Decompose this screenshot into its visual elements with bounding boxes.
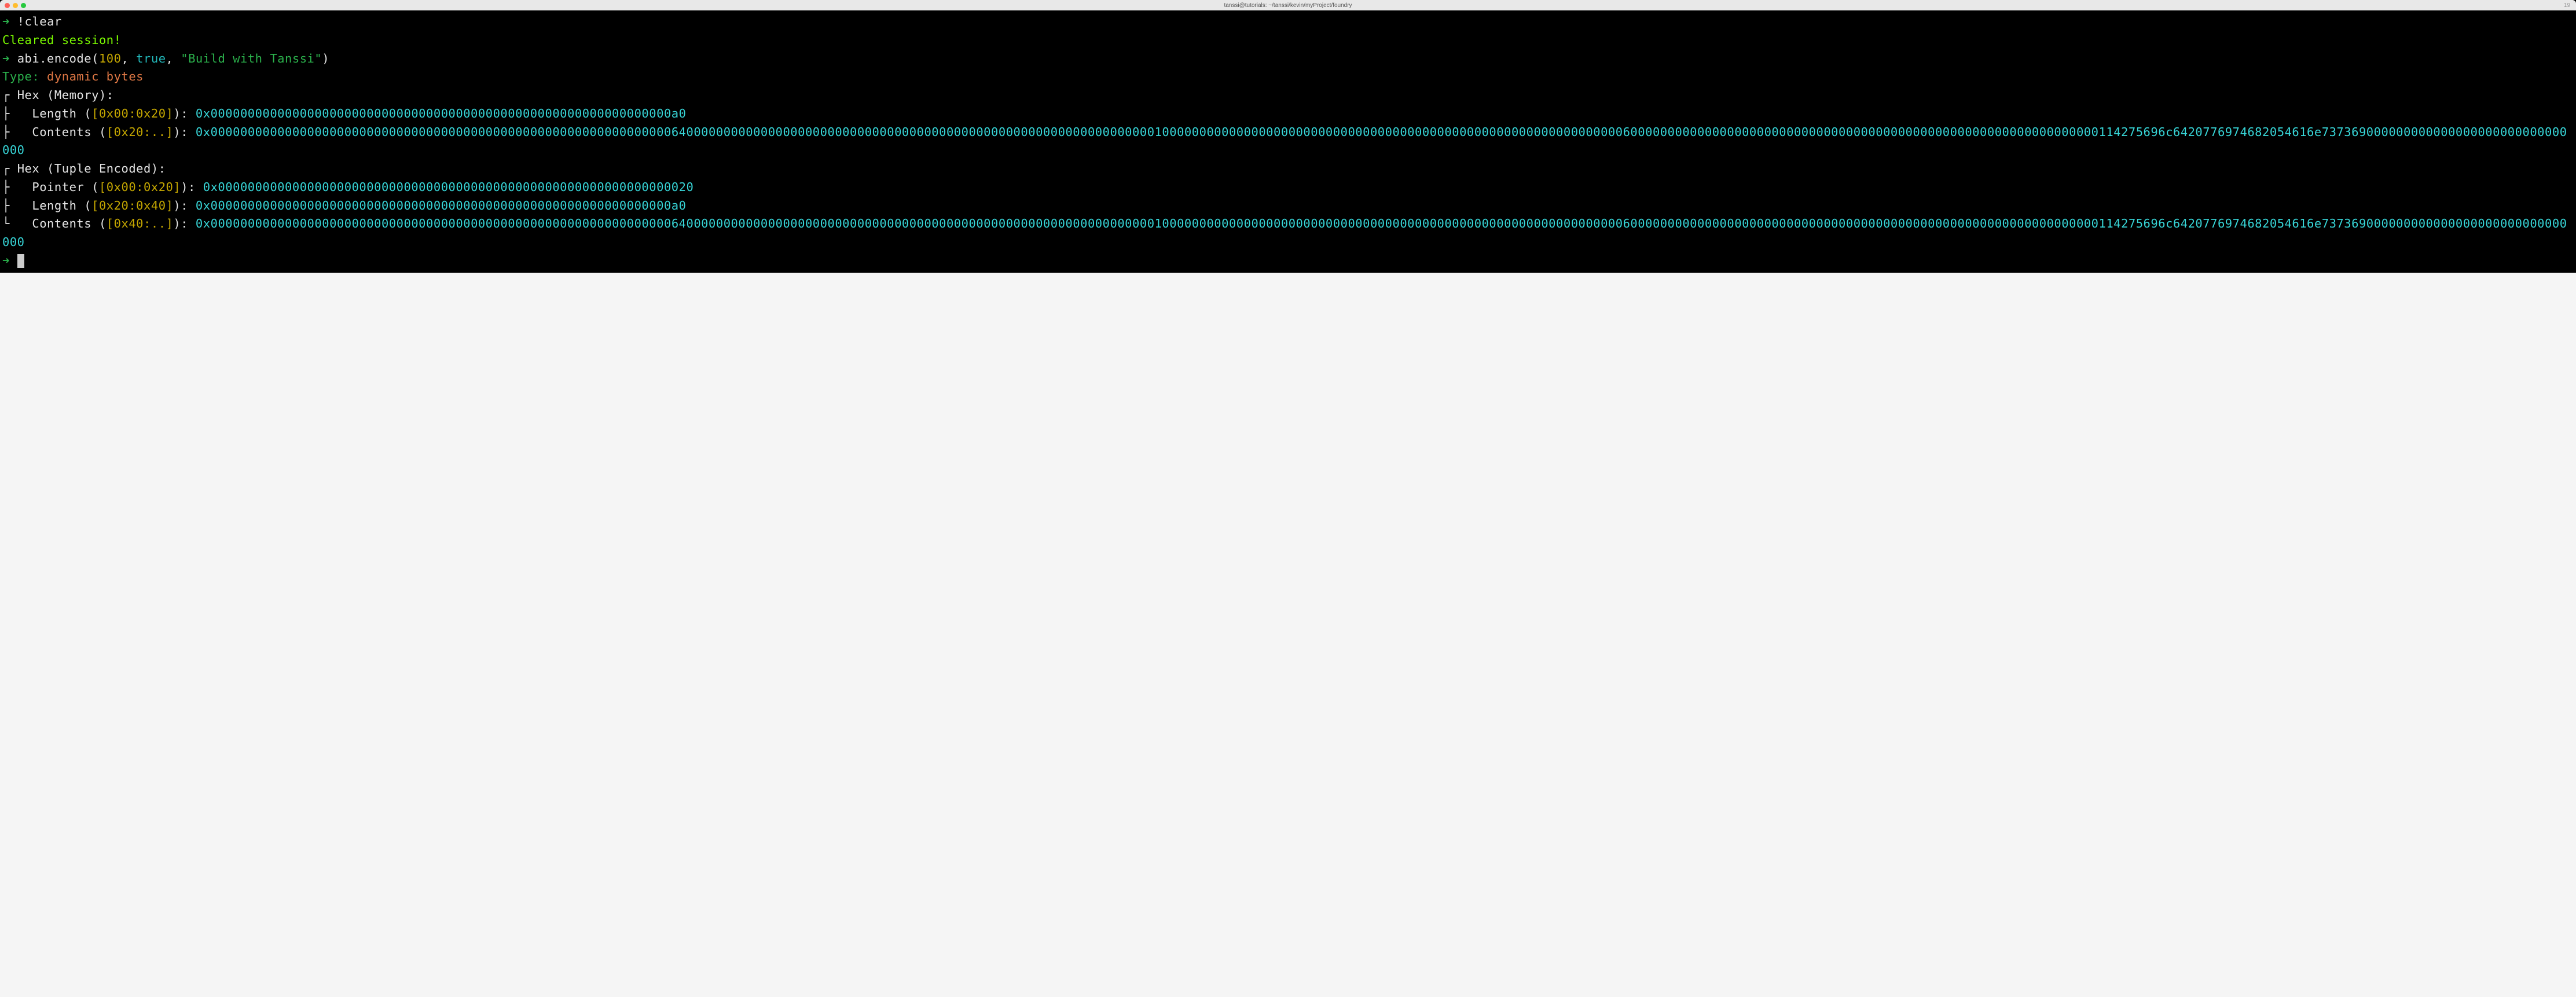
byte-range: [0x00:0x20] <box>91 107 173 120</box>
byte-range: [0x20:..] <box>107 125 174 139</box>
prompt-arrow: ➜ <box>2 254 10 267</box>
hex-value: 0x00000000000000000000000000000000000000… <box>2 217 2567 249</box>
byte-range: [0x40:..] <box>107 217 174 230</box>
contents-label: Contents ( <box>17 217 107 230</box>
bool-literal: true <box>136 52 166 65</box>
abi-encode-cmd: abi.encode( <box>17 52 99 65</box>
hex-value: 0x00000000000000000000000000000000000000… <box>203 180 694 194</box>
contents-label: Contents ( <box>17 125 107 139</box>
prompt-arrow: ➜ <box>2 52 10 65</box>
tree-char: ┌ <box>2 162 17 175</box>
window-title: tanssi@tutorials: ~/tanssi/kevin/myProje… <box>1224 2 1352 9</box>
type-value: dynamic bytes <box>39 69 144 83</box>
byte-range: [0x00:0x20] <box>99 180 181 194</box>
window-controls <box>5 3 26 8</box>
type-label: Type: <box>2 69 39 83</box>
hex-value: 0x00000000000000000000000000000000000000… <box>196 199 687 212</box>
clear-command: !clear <box>17 14 62 28</box>
byte-range: [0x20:0x40] <box>91 199 173 212</box>
window-titlebar: tanssi@tutorials: ~/tanssi/kevin/myProje… <box>0 0 2576 10</box>
hex-value: 0x00000000000000000000000000000000000000… <box>196 107 687 120</box>
tree-char: ┌ <box>2 88 17 102</box>
terminal-window: tanssi@tutorials: ~/tanssi/kevin/myProje… <box>0 0 2576 273</box>
num-literal: 100 <box>99 52 122 65</box>
hex-value: 0x00000000000000000000000000000000000000… <box>2 125 2567 157</box>
hex-tuple-label: Hex (Tuple Encoded): <box>17 162 166 175</box>
maximize-button[interactable] <box>21 3 26 8</box>
cleared-message: Cleared session! <box>2 33 121 47</box>
string-literal: "Build with Tanssi" <box>181 52 322 65</box>
tree-char: ├ <box>2 125 17 139</box>
tree-char: ├ <box>2 107 17 120</box>
prompt-arrow: ➜ <box>2 14 10 28</box>
hex-memory-label: Hex (Memory): <box>17 88 114 102</box>
tree-char: ├ <box>2 199 17 212</box>
minimize-button[interactable] <box>13 3 18 8</box>
tree-char: ├ <box>2 180 17 194</box>
pointer-label: Pointer ( <box>17 180 99 194</box>
length-label: Length ( <box>17 107 91 120</box>
tree-char: └ <box>2 217 17 230</box>
cursor <box>17 254 24 268</box>
close-button[interactable] <box>5 3 10 8</box>
terminal-pane[interactable]: ➜ !clear Cleared session! ➜ abi.encode(1… <box>0 10 2576 273</box>
window-title-right: 19 <box>2564 2 2570 9</box>
length-label: Length ( <box>17 199 91 212</box>
